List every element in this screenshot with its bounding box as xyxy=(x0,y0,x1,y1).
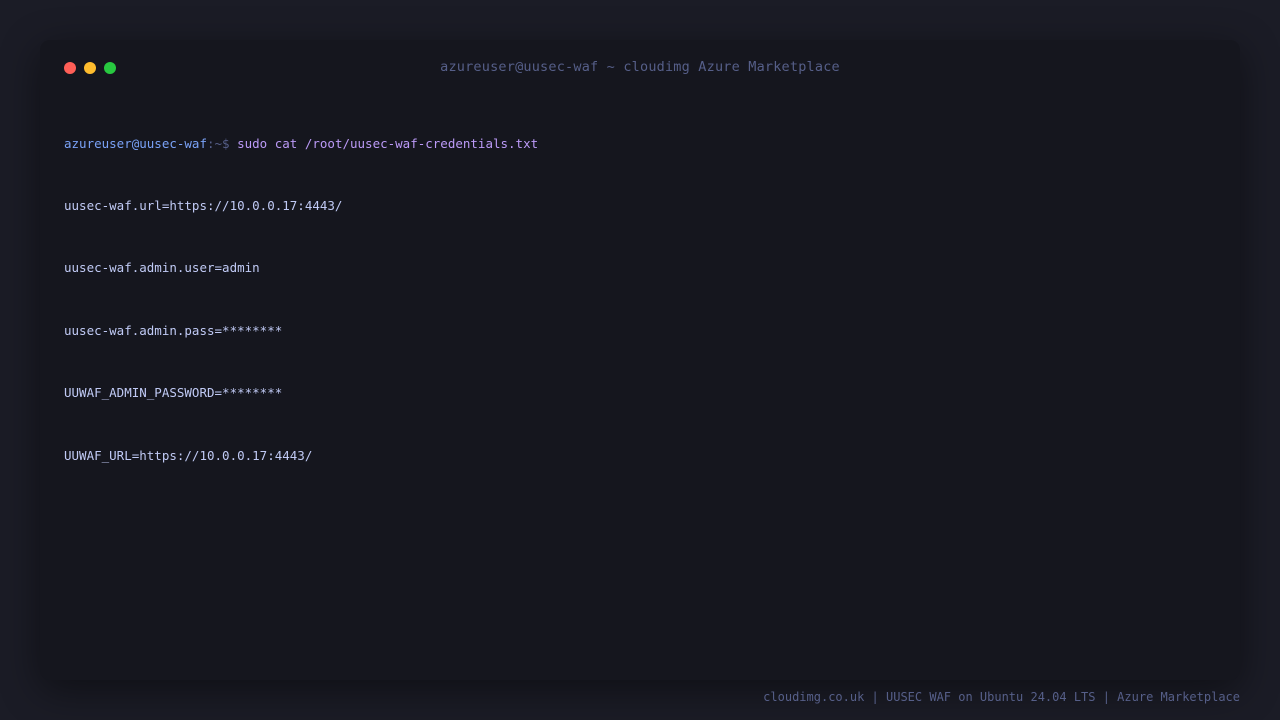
window-title: azureuser@uusec-waf ~ cloudimg Azure Mar… xyxy=(440,59,840,75)
terminal-window: azureuser@uusec-waf ~ cloudimg Azure Mar… xyxy=(40,40,1240,680)
output-line: UUWAF_ADMIN_PASSWORD=******** xyxy=(64,385,283,401)
command-text: sudo cat /root/uusec-waf-credentials.txt xyxy=(237,135,539,151)
output-line: uusec-waf.url=https://10.0.0.17:4443/ xyxy=(64,197,343,213)
footer-caption: cloudimg.co.uk | UUSEC WAF on Ubuntu 24.… xyxy=(763,690,1240,704)
output-line: uusec-waf.admin.user=admin xyxy=(64,260,260,276)
prompt-user: azureuser@uusec-waf xyxy=(64,135,207,151)
terminal-content[interactable]: azureuser@uusec-waf:~$ sudo cat /root/uu… xyxy=(64,92,1214,508)
title-bar: azureuser@uusec-waf ~ cloudimg Azure Mar… xyxy=(40,40,1240,96)
prompt-symbol: :~$ xyxy=(207,135,230,151)
prompt-line: azureuser@uusec-waf:~$ sudo cat /root/uu… xyxy=(64,134,1214,155)
output-line: uusec-waf.admin.pass=******** xyxy=(64,322,283,338)
output-line: UUWAF_URL=https://10.0.0.17:4443/ xyxy=(64,447,313,463)
